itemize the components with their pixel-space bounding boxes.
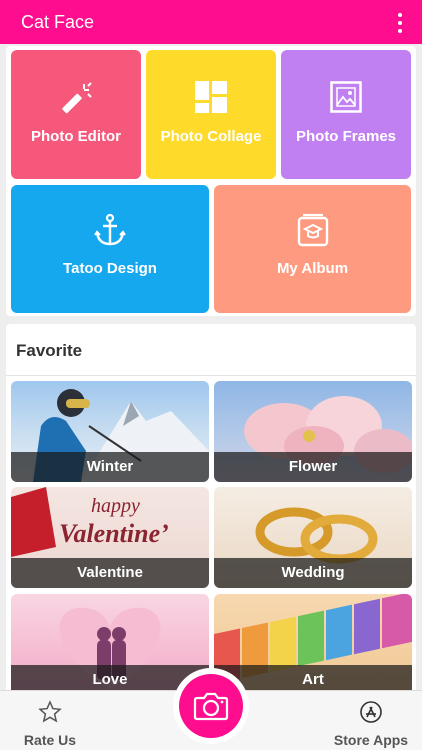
store-apps-button[interactable]: Store Apps	[326, 691, 416, 750]
camera-icon	[193, 692, 229, 721]
app-bar: Cat Face	[0, 0, 422, 44]
card-label: Valentine	[11, 558, 209, 588]
photo-editor-label: Photo Editor	[31, 128, 121, 145]
favorite-card-valentine[interactable]: happy Valentine’ Valentine	[11, 487, 209, 588]
rate-us-button[interactable]: Rate Us	[10, 691, 90, 750]
card-label: Wedding	[214, 558, 412, 588]
divider	[6, 375, 416, 376]
photo-frames-button[interactable]: Photo Frames	[281, 50, 411, 179]
more-vert-icon[interactable]	[392, 13, 408, 33]
app-title: Cat Face	[21, 12, 95, 32]
star-outline-icon	[38, 700, 62, 723]
picture-frame-icon	[330, 81, 362, 113]
favorite-card-love[interactable]: Love	[11, 594, 209, 695]
tools-panel: Photo Editor Photo Collage Photo Frames	[6, 46, 416, 316]
anchor-icon	[94, 213, 126, 246]
tattoo-design-button[interactable]: Tatoo Design	[11, 185, 209, 313]
favorite-card-art[interactable]: Art	[214, 594, 412, 695]
photo-frames-label: Photo Frames	[295, 128, 397, 145]
card-label: Winter	[11, 452, 209, 482]
favorite-card-wedding[interactable]: Wedding	[214, 487, 412, 588]
my-album-label: My Album	[276, 260, 349, 277]
svg-text:happy: happy	[91, 495, 140, 517]
favorite-panel: Favorite Winter Flower happy Valentine’	[6, 324, 416, 704]
camera-button[interactable]	[179, 674, 243, 738]
store-apps-label: Store Apps	[333, 732, 409, 748]
album-icon	[297, 213, 328, 247]
app-store-icon	[360, 701, 382, 723]
photo-collage-label: Photo Collage	[160, 128, 262, 145]
collage-grid-icon	[195, 81, 227, 113]
svg-text:Valentine’: Valentine’	[59, 519, 169, 548]
photo-editor-button[interactable]: Photo Editor	[11, 50, 141, 179]
magic-wand-icon	[62, 82, 92, 114]
favorite-card-winter[interactable]: Winter	[11, 381, 209, 482]
favorite-heading: Favorite	[16, 341, 83, 360]
photo-collage-button[interactable]: Photo Collage	[146, 50, 276, 179]
favorite-card-flower[interactable]: Flower	[214, 381, 412, 482]
tattoo-design-label: Tatoo Design	[63, 260, 157, 277]
rate-us-label: Rate Us	[23, 732, 77, 748]
my-album-button[interactable]: My Album	[214, 185, 411, 313]
card-label: Flower	[214, 452, 412, 482]
